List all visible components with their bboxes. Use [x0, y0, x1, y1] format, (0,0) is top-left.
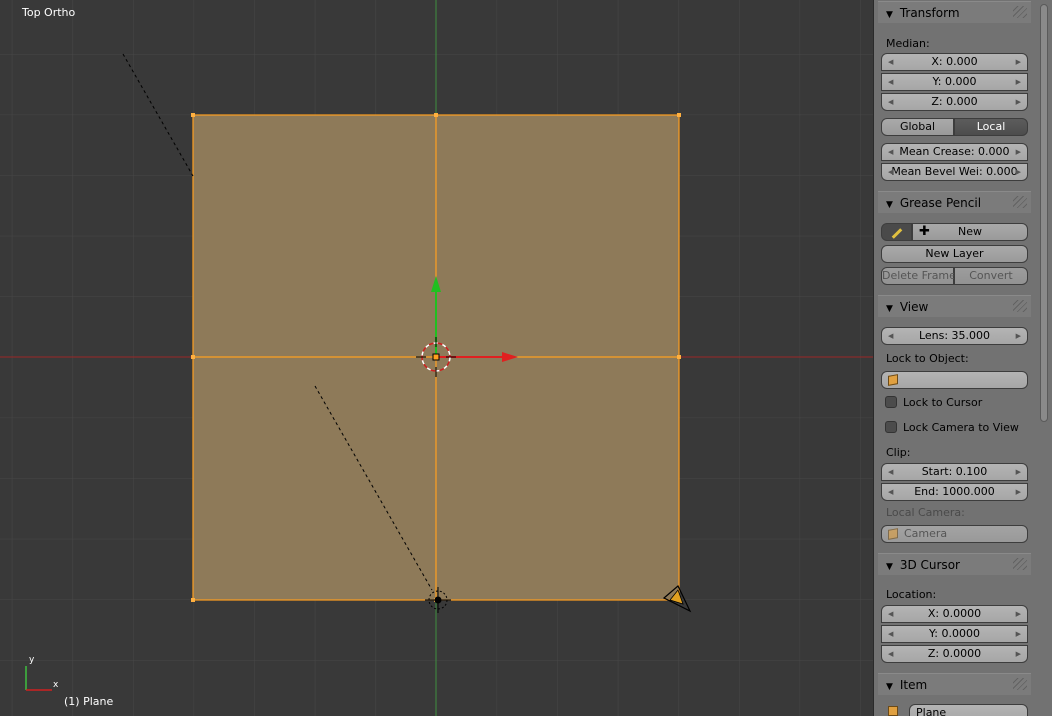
collapse-triangle-icon: ▼ — [886, 200, 893, 210]
lock-object-field[interactable] — [881, 371, 1028, 389]
median-x-field[interactable]: ◀ X: 0.000 ▶ — [881, 53, 1028, 71]
clip-end-field[interactable]: ◀ End: 1000.000 ▶ — [881, 483, 1028, 501]
increment-arrow-icon[interactable]: ▶ — [1016, 646, 1021, 662]
grease-pencil-title: Grease Pencil — [899, 196, 982, 210]
clip-start-field[interactable]: ◀ Start: 0.100 ▶ — [881, 463, 1028, 481]
global-toggle[interactable]: Global — [881, 118, 954, 136]
lock-camera-checkbox[interactable] — [885, 421, 897, 433]
mean-crease-field[interactable]: ◀ Mean Crease: 0.000 ▶ — [881, 143, 1028, 161]
properties-sidebar[interactable]: ▼ Transform Median: ◀ X: 0.000 ▶ ◀ Y: 0.… — [873, 0, 1052, 716]
grease-pencil-toggle[interactable] — [881, 223, 912, 241]
clip-label: Clip: — [886, 446, 911, 459]
view-title: View — [899, 300, 929, 314]
panel-grip-icon[interactable] — [1013, 6, 1027, 18]
increment-arrow-icon[interactable]: ▶ — [1016, 328, 1021, 344]
axis-x-label: x — [53, 680, 59, 690]
decrement-arrow-icon[interactable]: ◀ — [888, 144, 893, 160]
cursor-y-field[interactable]: ◀ Y: 0.0000 ▶ — [881, 625, 1028, 643]
mean-bevel-field[interactable]: ◀ Mean Bevel Wei: 0.000 ▶ — [881, 163, 1028, 181]
panel-grip-icon[interactable] — [1013, 678, 1027, 690]
increment-arrow-icon[interactable]: ▶ — [1016, 74, 1021, 90]
increment-arrow-icon[interactable]: ▶ — [1016, 606, 1021, 622]
viewport-canvas[interactable] — [0, 0, 873, 716]
decrement-arrow-icon[interactable]: ◀ — [888, 164, 893, 180]
grease-pencil-new-button[interactable]: ✚ New — [912, 223, 1028, 241]
lens-field[interactable]: ◀ Lens: 35.000 ▶ — [881, 327, 1028, 345]
object-origin[interactable] — [432, 353, 440, 361]
view-panel-header[interactable]: ▼ View — [878, 295, 1031, 317]
decrement-arrow-icon[interactable]: ◀ — [888, 328, 893, 344]
collapse-triangle-icon: ▼ — [886, 682, 893, 692]
cursor-z-field[interactable]: ◀ Z: 0.0000 ▶ — [881, 645, 1028, 663]
increment-arrow-icon[interactable]: ▶ — [1016, 164, 1021, 180]
local-toggle[interactable]: Local — [954, 118, 1028, 136]
camera-object-icon — [888, 528, 898, 540]
decrement-arrow-icon[interactable]: ◀ — [888, 74, 893, 90]
grease-pencil-panel-header[interactable]: ▼ Grease Pencil — [878, 191, 1031, 213]
decrement-arrow-icon[interactable]: ◀ — [888, 54, 893, 70]
3d-cursor-panel-header[interactable]: ▼ 3D Cursor — [878, 553, 1031, 575]
decrement-arrow-icon[interactable]: ◀ — [888, 484, 893, 500]
delete-frame-button[interactable]: Delete Frame — [881, 267, 956, 285]
sidebar-scrollbar[interactable] — [1040, 4, 1048, 422]
3d-cursor-title: 3D Cursor — [899, 558, 960, 572]
local-camera-field[interactable]: Camera — [881, 525, 1028, 543]
mesh-object-icon — [888, 706, 898, 716]
increment-arrow-icon[interactable]: ▶ — [1016, 464, 1021, 480]
new-layer-button[interactable]: New Layer — [881, 245, 1028, 263]
panel-grip-icon[interactable] — [1013, 196, 1027, 208]
decrement-arrow-icon[interactable]: ◀ — [888, 464, 893, 480]
increment-arrow-icon[interactable]: ▶ — [1016, 144, 1021, 160]
axis-y-label: y — [29, 655, 35, 665]
decrement-arrow-icon[interactable]: ◀ — [888, 94, 893, 110]
median-y-field[interactable]: ◀ Y: 0.000 ▶ — [881, 73, 1028, 91]
lock-to-object-label: Lock to Object: — [886, 352, 969, 365]
active-object-label: (1) Plane — [64, 695, 114, 708]
median-z-field[interactable]: ◀ Z: 0.000 ▶ — [881, 93, 1028, 111]
collapse-triangle-icon: ▼ — [886, 304, 893, 314]
3d-viewport[interactable]: Top Ortho y x (1) Plane — [0, 0, 873, 716]
lock-to-cursor-checkbox[interactable] — [885, 396, 897, 408]
plus-icon: ✚ — [919, 224, 930, 239]
increment-arrow-icon[interactable]: ▶ — [1016, 54, 1021, 70]
collapse-triangle-icon: ▼ — [886, 562, 893, 572]
panel-grip-icon[interactable] — [1013, 558, 1027, 570]
increment-arrow-icon[interactable]: ▶ — [1016, 484, 1021, 500]
cursor-x-field[interactable]: ◀ X: 0.0000 ▶ — [881, 605, 1028, 623]
median-label: Median: — [886, 37, 930, 50]
cube-icon — [888, 374, 898, 386]
decrement-arrow-icon[interactable]: ◀ — [888, 646, 893, 662]
decrement-arrow-icon[interactable]: ◀ — [888, 626, 893, 642]
lock-camera-label: Lock Camera to View — [903, 421, 1019, 434]
local-camera-label: Local Camera: — [886, 506, 965, 519]
increment-arrow-icon[interactable]: ▶ — [1016, 94, 1021, 110]
panel-grip-icon[interactable] — [1013, 300, 1027, 312]
view-label: Top Ortho — [22, 6, 76, 19]
convert-button[interactable]: Convert — [954, 267, 1028, 285]
lock-to-cursor-label: Lock to Cursor — [903, 396, 983, 409]
transform-panel-header[interactable]: ▼ Transform — [878, 1, 1031, 23]
item-title: Item — [899, 678, 928, 692]
decrement-arrow-icon[interactable]: ◀ — [888, 606, 893, 622]
pencil-icon — [891, 228, 902, 239]
object-name-field[interactable]: Plane — [909, 704, 1028, 716]
item-panel-header[interactable]: ▼ Item — [878, 673, 1031, 695]
collapse-triangle-icon: ▼ — [886, 10, 893, 20]
increment-arrow-icon[interactable]: ▶ — [1016, 626, 1021, 642]
location-label: Location: — [886, 588, 937, 601]
transform-title: Transform — [899, 6, 960, 20]
